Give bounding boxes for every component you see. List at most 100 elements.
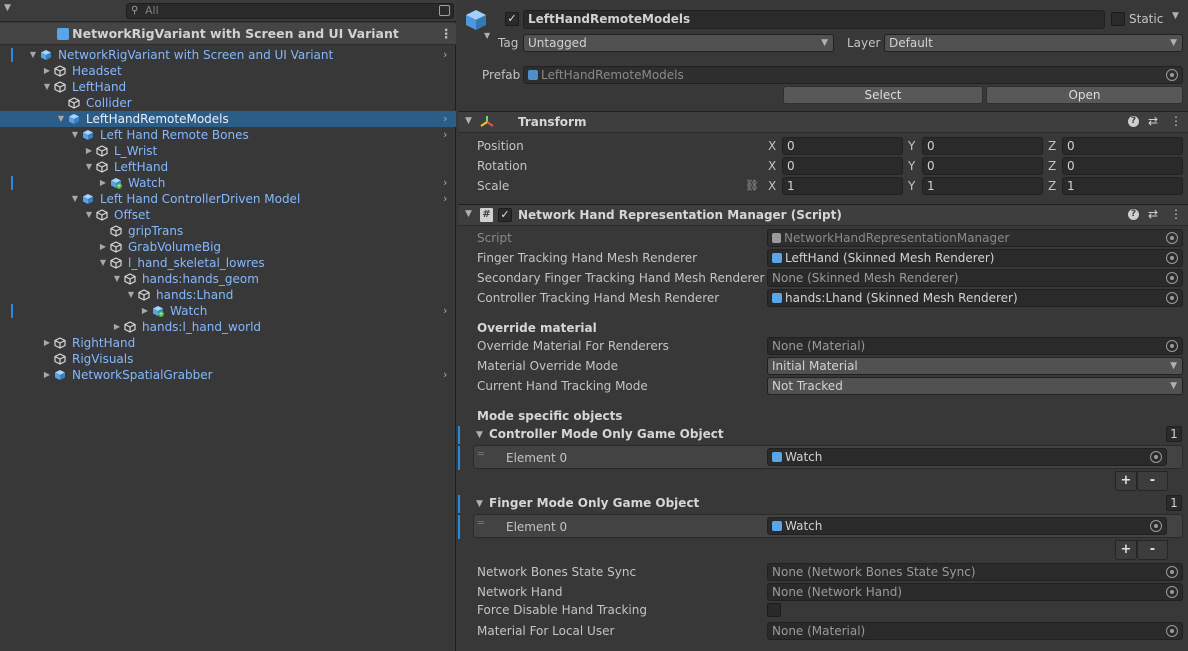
controller-list-label[interactable]: Controller Mode Only Game Object bbox=[489, 426, 724, 442]
position-z-field[interactable]: 0 bbox=[1062, 137, 1183, 155]
more-menu-icon[interactable]: ⋮ bbox=[1170, 207, 1182, 221]
rotation-x-field[interactable]: 0 bbox=[782, 157, 903, 175]
tracking-mode-dropdown[interactable]: Not Tracked ▼ bbox=[767, 377, 1183, 395]
foldout-expanded-icon[interactable]: ▼ bbox=[126, 287, 136, 303]
object-name-field[interactable]: LeftHandRemoteModels bbox=[523, 10, 1105, 29]
axis-label[interactable]: Y bbox=[908, 158, 915, 174]
open-prefab-chevron-icon[interactable]: › bbox=[443, 127, 447, 143]
layer-dropdown[interactable]: Default ▼ bbox=[884, 34, 1183, 52]
add-element-button[interactable]: + bbox=[1115, 471, 1137, 491]
open-button[interactable]: Open bbox=[986, 86, 1183, 104]
hierarchy-row[interactable]: RigVisuals bbox=[0, 351, 456, 367]
object-picker-icon[interactable] bbox=[1166, 566, 1178, 578]
hierarchy-row[interactable]: ▼ Offset bbox=[0, 207, 456, 223]
network-hand-field[interactable]: None (Network Hand) bbox=[767, 583, 1183, 601]
foldout-collapsed-icon[interactable]: ▶ bbox=[42, 63, 52, 79]
bones-sync-field[interactable]: None (Network Bones State Sync) bbox=[767, 563, 1183, 581]
controller-element-field[interactable]: Watch bbox=[767, 448, 1167, 466]
foldout-down-icon[interactable]: ▼ bbox=[476, 430, 483, 440]
foldout-collapsed-icon[interactable]: ▶ bbox=[98, 175, 108, 191]
static-checkbox[interactable] bbox=[1111, 12, 1125, 26]
foldout-expanded-icon[interactable]: ▼ bbox=[98, 255, 108, 271]
help-icon[interactable]: ? bbox=[1128, 209, 1139, 220]
link-constrain-icon[interactable]: ⛓ bbox=[745, 179, 759, 192]
help-icon[interactable]: ? bbox=[1128, 116, 1139, 127]
hierarchy-row[interactable]: ▼ Left Hand ControllerDriven Model › bbox=[0, 191, 456, 207]
select-button[interactable]: Select bbox=[783, 86, 983, 104]
remove-element-button[interactable]: - bbox=[1137, 471, 1168, 491]
controller-renderer-field[interactable]: hands:Lhand (Skinned Mesh Renderer) bbox=[767, 289, 1183, 307]
hierarchy-row[interactable]: ▼ LeftHandRemoteModels › bbox=[0, 111, 456, 127]
axis-label[interactable]: Z bbox=[1048, 178, 1056, 194]
object-picker-icon[interactable] bbox=[1166, 625, 1178, 637]
hierarchy-row[interactable]: Collider bbox=[0, 95, 456, 111]
hierarchy-row[interactable]: gripTrans bbox=[0, 223, 456, 239]
object-picker-icon[interactable] bbox=[1166, 586, 1178, 598]
search-by-type-icon[interactable] bbox=[439, 5, 450, 16]
object-picker-icon[interactable] bbox=[1150, 520, 1162, 532]
finger-renderer-field[interactable]: LeftHand (Skinned Mesh Renderer) bbox=[767, 249, 1183, 267]
foldout-collapsed-icon[interactable]: ▶ bbox=[98, 239, 108, 255]
foldout-down-icon[interactable]: ▼ bbox=[465, 116, 472, 126]
scale-z-field[interactable]: 1 bbox=[1062, 177, 1183, 195]
hierarchy-row[interactable]: ▶ L_Wrist bbox=[0, 143, 456, 159]
foldout-down-icon[interactable]: ▼ bbox=[476, 499, 483, 509]
object-picker-icon[interactable] bbox=[1166, 69, 1178, 81]
foldout-collapsed-icon[interactable]: ▶ bbox=[84, 143, 94, 159]
open-prefab-chevron-icon[interactable]: › bbox=[443, 303, 447, 319]
hierarchy-row[interactable]: ▼ LeftHand bbox=[0, 79, 456, 95]
axis-label[interactable]: X bbox=[768, 178, 776, 194]
position-x-field[interactable]: 0 bbox=[782, 137, 903, 155]
foldout-down-icon[interactable]: ▼ bbox=[465, 209, 472, 219]
icon-dropdown-icon[interactable]: ▼ bbox=[484, 31, 490, 40]
foldout-expanded-icon[interactable]: ▼ bbox=[70, 127, 80, 143]
foldout-collapsed-icon[interactable]: ▶ bbox=[112, 319, 122, 335]
override-material-field[interactable]: None (Material) bbox=[767, 337, 1183, 355]
axis-label[interactable]: Z bbox=[1048, 138, 1056, 154]
object-picker-icon[interactable] bbox=[1166, 252, 1178, 264]
more-menu-icon[interactable]: ⋮ bbox=[1170, 114, 1182, 128]
open-prefab-chevron-icon[interactable]: › bbox=[443, 175, 447, 191]
presets-icon[interactable]: ⇄ bbox=[1148, 207, 1158, 221]
hierarchy-row[interactable]: ▶ GrabVolumeBig bbox=[0, 239, 456, 255]
finger-list-size[interactable]: 1 bbox=[1166, 495, 1182, 511]
object-picker-icon[interactable] bbox=[1166, 340, 1178, 352]
open-prefab-chevron-icon[interactable]: › bbox=[443, 47, 447, 63]
more-menu-icon[interactable]: ⋮ bbox=[440, 23, 453, 45]
create-dropdown-icon[interactable]: ▼ bbox=[4, 3, 11, 13]
secondary-renderer-field[interactable]: None (Skinned Mesh Renderer) bbox=[767, 269, 1183, 287]
hierarchy-row[interactable]: ▶ hands:l_hand_world bbox=[0, 319, 456, 335]
foldout-expanded-icon[interactable]: ▼ bbox=[112, 271, 122, 287]
hierarchy-row[interactable]: ▶ Headset bbox=[0, 63, 456, 79]
object-picker-icon[interactable] bbox=[1150, 451, 1162, 463]
active-checkbox[interactable]: ✓ bbox=[505, 12, 519, 26]
hierarchy-search-input[interactable]: ⚲ All bbox=[126, 3, 454, 19]
foldout-expanded-icon[interactable]: ▼ bbox=[70, 191, 80, 207]
foldout-collapsed-icon[interactable]: ▶ bbox=[42, 367, 52, 383]
object-picker-icon[interactable] bbox=[1166, 272, 1178, 284]
axis-label[interactable]: Y bbox=[908, 138, 915, 154]
script-field[interactable]: NetworkHandRepresentationManager bbox=[767, 229, 1183, 247]
local-material-field[interactable]: None (Material) bbox=[767, 622, 1183, 640]
hierarchy-row[interactable]: ▶ NetworkSpatialGrabber › bbox=[0, 367, 456, 383]
hierarchy-row[interactable]: ▼ LeftHand bbox=[0, 159, 456, 175]
axis-label[interactable]: Y bbox=[908, 178, 915, 194]
object-picker-icon[interactable] bbox=[1166, 232, 1178, 244]
rotation-z-field[interactable]: 0 bbox=[1062, 157, 1183, 175]
drag-handle-icon[interactable]: ═ bbox=[478, 449, 484, 460]
foldout-expanded-icon[interactable]: ▼ bbox=[84, 207, 94, 223]
tag-dropdown[interactable]: Untagged ▼ bbox=[523, 34, 834, 52]
axis-label[interactable]: Z bbox=[1048, 158, 1056, 174]
remove-element-button[interactable]: - bbox=[1137, 540, 1168, 560]
add-element-button[interactable]: + bbox=[1115, 540, 1137, 560]
drag-handle-icon[interactable]: ═ bbox=[478, 518, 484, 529]
component-enabled-checkbox[interactable]: ✓ bbox=[498, 208, 512, 222]
transform-header[interactable]: ▼ Transform ? ⇄ ⋮ bbox=[458, 111, 1188, 133]
foldout-expanded-icon[interactable]: ▼ bbox=[42, 79, 52, 95]
foldout-expanded-icon[interactable]: ▼ bbox=[84, 159, 94, 175]
hierarchy-row[interactable]: ▼ hands:hands_geom bbox=[0, 271, 456, 287]
gameobject-prefab-icon[interactable] bbox=[464, 8, 488, 32]
rotation-y-field[interactable]: 0 bbox=[922, 157, 1043, 175]
prefab-asset-field[interactable]: LeftHandRemoteModels bbox=[523, 66, 1183, 84]
position-y-field[interactable]: 0 bbox=[922, 137, 1043, 155]
